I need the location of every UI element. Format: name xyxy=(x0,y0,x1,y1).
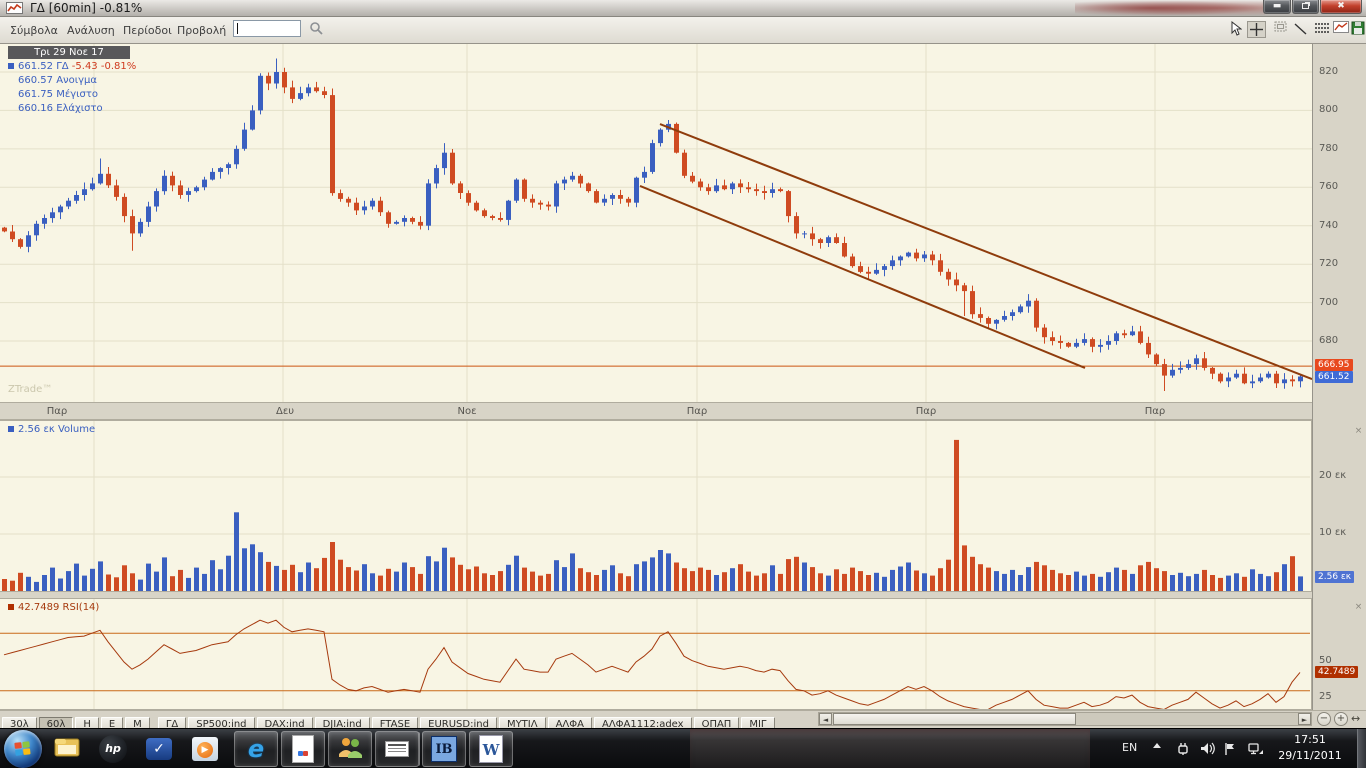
show-desktop-button[interactable] xyxy=(1357,729,1366,768)
check-app-icon[interactable]: ✓ xyxy=(142,732,176,766)
price-tick-740: 740 xyxy=(1319,220,1338,231)
rsi-tick-25: 25 xyxy=(1319,691,1332,702)
taskbar-app-document-stack-icon[interactable] xyxy=(375,731,419,767)
windows-explorer-icon[interactable] xyxy=(50,732,84,766)
text-caret xyxy=(237,23,238,34)
title-bar[interactable]: ΓΔ [60min] -0.81% ▬ ✖ xyxy=(0,0,1366,17)
volume-bars[interactable] xyxy=(0,421,1310,591)
volume-panel[interactable]: 2.56 εκ Volume xyxy=(0,420,1312,592)
legend-high-row: 661.75 Μέγιστο xyxy=(8,89,98,100)
start-button[interactable] xyxy=(4,730,42,768)
restore-icon xyxy=(1302,3,1309,9)
price-tick-680: 680 xyxy=(1319,335,1338,346)
menu-analysis[interactable]: Ανάλυση xyxy=(63,22,119,39)
rsi-tick-50: 50 xyxy=(1319,655,1332,666)
system-tray: EN 17:51 29/11/2011 xyxy=(1108,729,1358,768)
dots-icon[interactable] xyxy=(1312,21,1331,38)
menu-bar: Σύμβολα Ανάλυση Περίοδοι Προβολή xyxy=(0,17,1366,44)
x-axis-strip: Παρ Δευ Νοε Παρ Παρ Παρ xyxy=(0,402,1312,420)
region-icon[interactable] xyxy=(1271,21,1290,38)
volume-legend: 2.56 εκ Volume xyxy=(8,424,95,435)
price-tick-800: 800 xyxy=(1319,104,1338,115)
taskbar: hp ✓ ▶ e IBW EN 17:51 29/11/2011 xyxy=(0,728,1366,768)
x-axis-label-3: Παρ xyxy=(687,406,707,417)
x-axis-label-4: Παρ xyxy=(916,406,936,417)
app-chart-icon xyxy=(6,2,23,14)
legend-open-row: 660.57 Ανοιγμα xyxy=(8,75,97,86)
x-axis-label-2: Νοε xyxy=(457,406,476,417)
hp-logo-icon[interactable]: hp xyxy=(96,732,130,766)
clock[interactable]: 17:51 29/11/2011 xyxy=(1270,732,1350,764)
taskbar-app-google-page-icon[interactable] xyxy=(281,731,325,767)
menu-symbols[interactable]: Σύμβολα xyxy=(6,22,62,39)
ztrade-watermark: ZTrade™ xyxy=(8,384,52,395)
network-icon[interactable] xyxy=(1248,742,1264,759)
clock-date: 29/11/2011 xyxy=(1270,748,1350,764)
speaker-icon[interactable] xyxy=(1200,742,1215,758)
price-tick-780: 780 xyxy=(1319,143,1338,154)
zoom-out-button[interactable]: − xyxy=(1317,712,1331,726)
volume-tick-10: 10 εκ xyxy=(1319,527,1346,538)
windows-logo-icon xyxy=(14,741,31,757)
minimize-button[interactable]: ▬ xyxy=(1263,0,1291,14)
menu-view[interactable]: Προβολή xyxy=(173,22,230,39)
volume-plot[interactable] xyxy=(0,421,1310,591)
price-tick-700: 700 xyxy=(1319,297,1338,308)
rsi-bullet-icon xyxy=(8,604,14,610)
rsi-panel-close-icon[interactable]: × xyxy=(1353,602,1364,613)
crosshair-icon[interactable] xyxy=(1247,21,1266,38)
language-indicator[interactable]: EN xyxy=(1122,741,1137,754)
price-tick-760: 760 xyxy=(1319,181,1338,192)
rsi-tag: 42.7489 xyxy=(1315,666,1358,678)
price-tick-720: 720 xyxy=(1319,258,1338,269)
main-price-chart[interactable]: Τρι 29 Νοε 17 661.52 ΓΔ -5.43 -0.81% 660… xyxy=(0,44,1312,402)
fit-width-icon[interactable]: ↔ xyxy=(1351,712,1360,725)
symbol-search-input[interactable] xyxy=(233,20,301,37)
volume-bullet-icon xyxy=(8,426,14,432)
hline-price-tag: 666.95 xyxy=(1315,359,1353,371)
hidden-icons-arrow-icon[interactable] xyxy=(1152,742,1162,753)
scroll-left-icon[interactable]: ◄ xyxy=(819,713,832,725)
rsi-plot[interactable] xyxy=(0,599,1310,709)
pointer-icon[interactable] xyxy=(1226,21,1245,38)
close-button[interactable]: ✖ xyxy=(1320,0,1362,14)
taskbar-app-messenger-contacts-icon[interactable] xyxy=(328,731,372,767)
taskbar-app-word-icon[interactable]: W xyxy=(469,731,513,767)
volume-tag: 2.56 εκ xyxy=(1315,571,1354,583)
clock-time: 17:51 xyxy=(1270,732,1350,748)
price-tick-820: 820 xyxy=(1319,66,1338,77)
legend-last-row: 661.52 ΓΔ -5.43 -0.81% xyxy=(8,61,136,72)
save-icon[interactable] xyxy=(1348,21,1366,38)
x-axis-label-1: Δευ xyxy=(276,406,294,417)
scrollbar-thumb[interactable] xyxy=(833,713,1076,725)
horizontal-scrollbar[interactable]: ◄ ► xyxy=(818,712,1312,726)
search-icon[interactable] xyxy=(306,21,325,38)
candles[interactable] xyxy=(2,72,1303,383)
taskbar-app-internet-explorer-icon[interactable]: e xyxy=(234,731,278,767)
background-window-blur xyxy=(1075,0,1265,16)
rsi-panel[interactable]: 42.7489 RSI(14) xyxy=(0,598,1312,710)
x-axis-label-0: Παρ xyxy=(47,406,67,417)
volume-panel-close-icon[interactable]: × xyxy=(1353,426,1364,437)
rsi-legend: 42.7489 RSI(14) xyxy=(8,602,99,613)
legend-date: Τρι 29 Νοε 17 xyxy=(8,46,130,59)
volume-tick-20: 20 εκ xyxy=(1319,470,1346,481)
trendline-icon[interactable] xyxy=(1291,21,1310,38)
last-price-tag: 661.52 xyxy=(1315,371,1353,383)
menu-periods[interactable]: Περίοδοι xyxy=(119,22,176,39)
candlestick-plot[interactable] xyxy=(0,44,1312,402)
zoom-in-button[interactable]: + xyxy=(1334,712,1348,726)
media-player-icon[interactable]: ▶ xyxy=(188,732,222,766)
restore-button[interactable] xyxy=(1292,0,1319,14)
flag-icon[interactable] xyxy=(1224,742,1236,759)
power-plug-icon[interactable] xyxy=(1176,742,1190,759)
x-axis-label-5: Παρ xyxy=(1145,406,1165,417)
taskbar-app-interactive-brokers-icon[interactable]: IB xyxy=(422,731,466,767)
legend-low-row: 660.16 Ελάχιστο xyxy=(8,103,103,114)
taskbar-glass-blur xyxy=(690,729,1090,768)
window-title: ΓΔ [60min] -0.81% xyxy=(30,1,142,15)
price-axis-gutter: 666.95 661.52 2.56 εκ 42.7489 × × 820 800… xyxy=(1312,44,1366,712)
series-bullet-icon xyxy=(8,63,14,69)
scroll-right-icon[interactable]: ► xyxy=(1298,713,1311,725)
